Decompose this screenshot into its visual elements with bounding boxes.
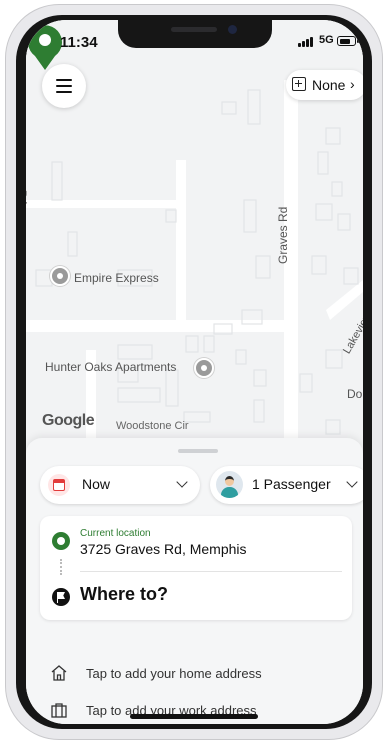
menu-button[interactable] bbox=[42, 64, 86, 108]
signal-icon bbox=[298, 37, 314, 47]
network-type: 5G bbox=[319, 34, 334, 46]
chevron-right-icon: › bbox=[350, 76, 355, 92]
sheet-drag-handle[interactable] bbox=[178, 449, 218, 453]
passenger-avatar-icon bbox=[216, 471, 243, 498]
street-label-woodstone-cir: Woodstone Cir bbox=[116, 420, 189, 432]
street-label-graves-rd: Graves Rd bbox=[276, 206, 290, 264]
battery-icon bbox=[337, 36, 359, 46]
time-selector-label: Now bbox=[82, 476, 111, 492]
current-location-icon bbox=[52, 532, 70, 550]
pickup-address[interactable]: 3725 Graves Rd, Memphis bbox=[80, 541, 247, 557]
route-divider bbox=[80, 571, 342, 572]
menu-icon bbox=[56, 79, 72, 81]
add-home-address[interactable]: Tap to add your home address bbox=[48, 662, 348, 686]
poi-label-empire-express[interactable]: Empire Express bbox=[74, 271, 159, 285]
home-indicator[interactable] bbox=[130, 714, 258, 719]
chevron-down-icon bbox=[176, 476, 188, 488]
filter-none-label: None bbox=[312, 77, 346, 93]
route-card: Current location 3725 Graves Rd, Memphis… bbox=[40, 516, 352, 620]
destination-input[interactable]: Where to? bbox=[80, 584, 168, 605]
street-label-rd: Rd bbox=[26, 190, 28, 205]
google-logo: Google bbox=[42, 412, 95, 429]
filter-none-button[interactable]: None › bbox=[286, 70, 363, 100]
street-label-dol: Dol bbox=[347, 387, 363, 401]
status-time: 11:34 bbox=[60, 34, 98, 51]
poi-marker-hunter-oaks[interactable] bbox=[194, 358, 214, 378]
add-box-icon bbox=[292, 77, 306, 91]
app-screen: Graves Rd Rd Lakeview Dol Woodstone Cir … bbox=[26, 20, 363, 724]
briefcase-icon bbox=[51, 703, 67, 718]
calendar-icon bbox=[48, 474, 70, 496]
passenger-selector[interactable]: 1 Passenger bbox=[210, 466, 363, 504]
bottom-sheet: Now 1 Passenger Current location 3725 Gr… bbox=[26, 438, 363, 724]
device-notch bbox=[118, 20, 272, 48]
passenger-selector-label: 1 Passenger bbox=[252, 476, 331, 492]
home-icon bbox=[51, 665, 67, 681]
poi-marker-empire-express[interactable] bbox=[50, 266, 70, 286]
add-work-address[interactable]: Tap to add your work address bbox=[48, 699, 348, 723]
chevron-down-icon bbox=[346, 476, 358, 488]
route-connector bbox=[60, 559, 64, 575]
poi-label-hunter-oaks[interactable]: Hunter Oaks Apartments bbox=[45, 360, 176, 374]
phone-frame: Graves Rd Rd Lakeview Dol Woodstone Cir … bbox=[0, 0, 389, 744]
time-selector[interactable]: Now bbox=[40, 466, 200, 504]
add-home-label: Tap to add your home address bbox=[86, 666, 262, 681]
flag-icon bbox=[52, 588, 70, 606]
pickup-label: Current location bbox=[80, 528, 151, 539]
